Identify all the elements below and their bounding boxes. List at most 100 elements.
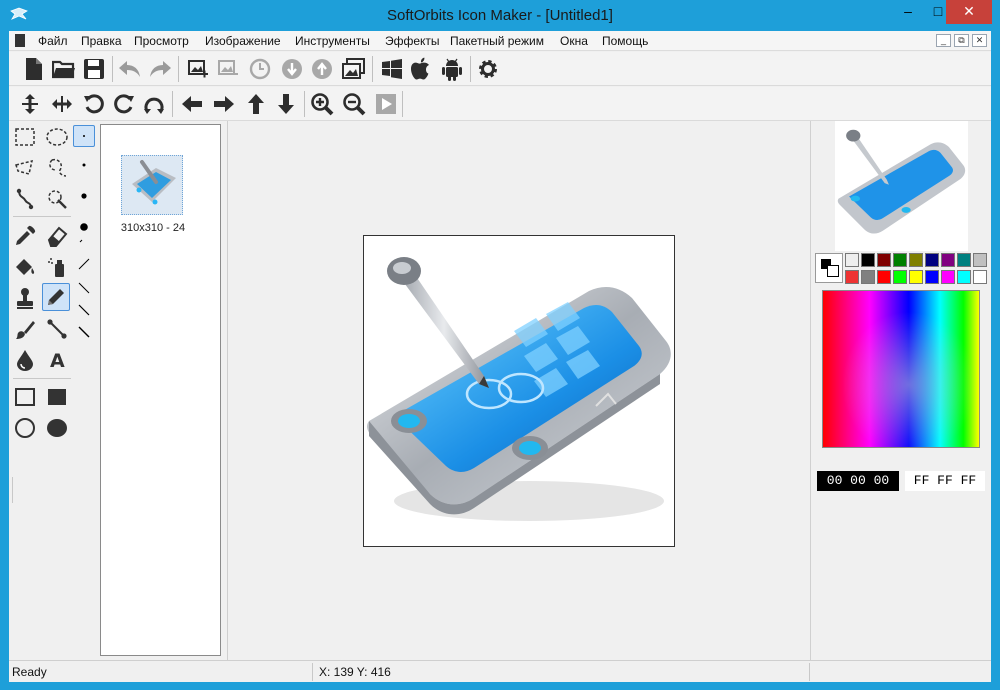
tool-divider bbox=[12, 477, 13, 503]
rect-select-icon[interactable] bbox=[11, 123, 39, 151]
move-up-icon[interactable] bbox=[308, 55, 336, 83]
zoom-out-icon[interactable] bbox=[340, 90, 368, 118]
close-icon[interactable]: ✕ bbox=[946, 0, 992, 24]
mdi-close-icon[interactable]: ✕ bbox=[972, 34, 987, 47]
color-swatch[interactable] bbox=[941, 253, 955, 267]
paint-bucket-icon[interactable] bbox=[11, 253, 39, 281]
color-swatch[interactable] bbox=[877, 253, 891, 267]
line-width-2-icon[interactable] bbox=[73, 253, 95, 275]
windows-icon[interactable] bbox=[378, 55, 406, 83]
apple-icon[interactable] bbox=[408, 55, 436, 83]
current-color-selector[interactable] bbox=[815, 253, 843, 283]
new-file-icon[interactable] bbox=[20, 55, 48, 83]
line-tool-icon[interactable] bbox=[43, 315, 71, 343]
color-swatch[interactable] bbox=[925, 270, 939, 284]
text-tool-icon[interactable]: A bbox=[43, 346, 71, 374]
color-swatch[interactable] bbox=[893, 270, 907, 284]
path-select-icon[interactable] bbox=[11, 185, 39, 213]
ellipse-outline-icon[interactable] bbox=[11, 414, 39, 442]
color-swatch[interactable] bbox=[861, 270, 875, 284]
rotate-left-icon[interactable] bbox=[80, 90, 108, 118]
transparent-swatch[interactable] bbox=[845, 253, 859, 267]
rotate-right-icon[interactable] bbox=[110, 90, 138, 118]
arrow-right-icon[interactable] bbox=[210, 90, 238, 118]
rotate-180-icon[interactable] bbox=[140, 90, 168, 118]
main-toolbar bbox=[9, 52, 991, 86]
brush-size-3-icon[interactable] bbox=[73, 185, 95, 207]
flip-horizontal-icon[interactable] bbox=[48, 90, 76, 118]
undo-icon[interactable] bbox=[116, 55, 144, 83]
color-swatch[interactable] bbox=[925, 253, 939, 267]
invert-swatch[interactable] bbox=[845, 270, 859, 284]
save-icon[interactable] bbox=[80, 55, 108, 83]
tool-palette: A bbox=[9, 121, 99, 661]
android-icon[interactable] bbox=[438, 55, 466, 83]
arrow-down-icon[interactable] bbox=[272, 90, 300, 118]
spray-can-icon[interactable] bbox=[43, 253, 71, 281]
menu-help[interactable]: Помощь bbox=[602, 34, 648, 48]
color-swatch[interactable] bbox=[893, 253, 907, 267]
open-folder-icon[interactable] bbox=[50, 55, 78, 83]
menu-view[interactable]: Просмотр bbox=[134, 34, 189, 48]
transform-toolbar bbox=[9, 87, 991, 121]
background-hex[interactable]: FF FF FF bbox=[905, 471, 985, 491]
color-swatch[interactable] bbox=[861, 253, 875, 267]
ellipse-filled-icon[interactable] bbox=[43, 414, 71, 442]
line-width-3-icon[interactable] bbox=[73, 277, 95, 299]
color-swatch[interactable] bbox=[877, 270, 891, 284]
color-spectrum-picker[interactable] bbox=[822, 290, 980, 448]
zoom-in-icon[interactable] bbox=[308, 90, 336, 118]
flip-vertical-icon[interactable] bbox=[16, 90, 44, 118]
gallery-icon[interactable] bbox=[340, 55, 368, 83]
menu-edit[interactable]: Правка bbox=[81, 34, 122, 48]
eraser-icon[interactable] bbox=[43, 222, 71, 250]
menu-batch[interactable]: Пакетный режим bbox=[450, 34, 544, 48]
arrow-left-icon[interactable] bbox=[178, 90, 206, 118]
color-swatch[interactable] bbox=[909, 270, 923, 284]
color-swatch[interactable] bbox=[941, 270, 955, 284]
rectangle-filled-icon[interactable] bbox=[43, 383, 71, 411]
color-swatch[interactable] bbox=[957, 270, 971, 284]
brush-size-1-icon[interactable] bbox=[73, 125, 95, 147]
icon-thumbnail[interactable] bbox=[121, 155, 183, 215]
pencil-icon[interactable] bbox=[42, 283, 70, 311]
foreground-hex[interactable]: 00 00 00 bbox=[817, 471, 899, 491]
menu-windows[interactable]: Окна bbox=[560, 34, 588, 48]
ellipse-select-icon[interactable] bbox=[43, 123, 71, 151]
menu-file[interactable]: Файл bbox=[38, 34, 68, 48]
magic-wand-select-icon[interactable] bbox=[43, 185, 71, 213]
redo-icon[interactable] bbox=[146, 55, 174, 83]
add-image-icon[interactable] bbox=[184, 55, 212, 83]
lasso-select-icon[interactable] bbox=[11, 154, 39, 182]
minimize-icon[interactable]: – bbox=[893, 0, 923, 24]
brush-size-2-icon[interactable] bbox=[73, 154, 95, 176]
mdi-restore-icon[interactable]: ⧉ bbox=[954, 34, 969, 47]
menu-tools[interactable]: Инструменты bbox=[295, 34, 370, 48]
brush-icon[interactable] bbox=[11, 315, 39, 343]
freehand-select-icon[interactable] bbox=[43, 154, 71, 182]
clock-icon[interactable] bbox=[246, 55, 274, 83]
svg-text:A: A bbox=[50, 350, 65, 371]
icon-canvas[interactable] bbox=[363, 235, 675, 547]
rectangle-outline-icon[interactable] bbox=[11, 383, 39, 411]
stamp-icon[interactable] bbox=[11, 284, 39, 312]
line-width-1-icon[interactable] bbox=[73, 227, 95, 249]
blur-drop-icon[interactable] bbox=[11, 346, 39, 374]
canvas-area[interactable] bbox=[227, 121, 809, 662]
move-down-icon[interactable] bbox=[278, 55, 306, 83]
cursor-coordinates: X: 139 Y: 416 bbox=[319, 665, 391, 679]
color-swatch[interactable] bbox=[957, 253, 971, 267]
settings-gear-icon[interactable] bbox=[474, 55, 502, 83]
menu-image[interactable]: Изображение bbox=[205, 34, 281, 48]
eyedropper-icon[interactable] bbox=[11, 222, 39, 250]
play-icon[interactable] bbox=[372, 90, 400, 118]
line-width-5-icon[interactable] bbox=[73, 321, 95, 343]
color-swatch[interactable] bbox=[973, 253, 987, 267]
line-width-4-icon[interactable] bbox=[73, 299, 95, 321]
arrow-up-icon[interactable] bbox=[242, 90, 270, 118]
mdi-minimize-icon[interactable]: _ bbox=[936, 34, 951, 47]
color-swatch[interactable] bbox=[973, 270, 987, 284]
color-swatch[interactable] bbox=[909, 253, 923, 267]
menu-effects[interactable]: Эффекты bbox=[385, 34, 440, 48]
remove-image-icon[interactable] bbox=[214, 55, 242, 83]
